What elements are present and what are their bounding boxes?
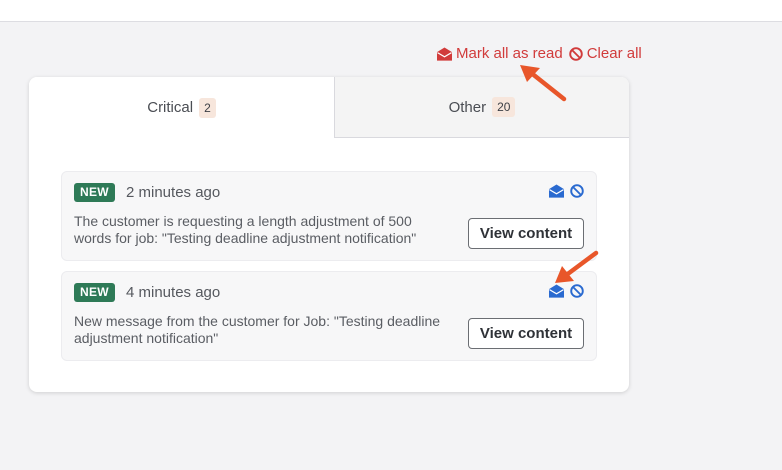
mark-all-read-label: Mark all as read: [456, 45, 563, 62]
notification-item: NEW 2 minutes ago The customer is reques…: [61, 171, 597, 261]
top-bar: [0, 0, 782, 22]
envelope-open-icon: [437, 46, 452, 61]
notification-time: 2 minutes ago: [126, 184, 221, 201]
annotation-arrow-icon: [520, 65, 567, 102]
notifications-panel: Critical 2 Other 20 NEW 2 minutes ago Th…: [29, 77, 629, 392]
clear-all-button[interactable]: Clear all: [568, 45, 642, 62]
annotation-arrow-icon: [555, 250, 599, 283]
view-content-button[interactable]: View content: [468, 318, 584, 349]
tab-other-count: 20: [492, 97, 516, 117]
notification-icons: [549, 184, 584, 198]
mark-all-read-button[interactable]: Mark all as read: [437, 45, 563, 62]
ban-icon: [568, 46, 583, 61]
notification-icons: [549, 284, 584, 298]
notification-item: NEW 4 minutes ago New message from the c…: [61, 271, 597, 361]
notification-message: The customer is requesting a length adju…: [74, 213, 417, 246]
view-content-button[interactable]: View content: [468, 218, 584, 249]
ban-icon[interactable]: [570, 184, 584, 198]
tab-critical-count: 2: [199, 97, 216, 118]
notification-actions: Mark all as read Clear all: [437, 45, 642, 62]
envelope-open-icon[interactable]: [549, 184, 564, 198]
tab-other-label: Other: [448, 98, 487, 116]
ban-icon[interactable]: [570, 284, 584, 298]
tab-other[interactable]: Other 20: [334, 77, 629, 138]
tab-critical[interactable]: Critical 2: [29, 77, 334, 138]
notification-message: New message from the customer for Job: "…: [74, 313, 441, 346]
tab-critical-label: Critical: [147, 99, 194, 116]
new-badge: NEW: [74, 283, 115, 302]
new-badge: NEW: [74, 183, 115, 202]
envelope-open-icon[interactable]: [549, 284, 564, 298]
notification-time: 4 minutes ago: [126, 284, 221, 301]
clear-all-label: Clear all: [586, 45, 642, 62]
